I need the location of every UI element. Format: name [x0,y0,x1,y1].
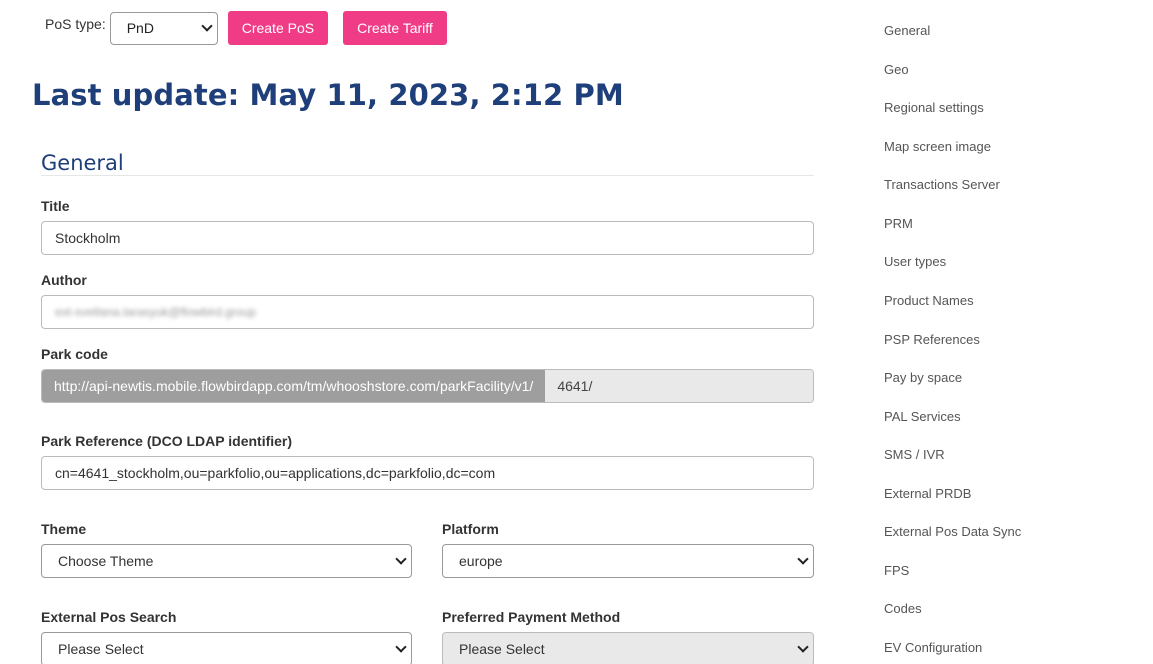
chevron-down-icon [201,20,213,32]
nav-item-pal-services[interactable]: PAL Services [884,409,961,424]
park-reference-value: cn=4641_stockholm,ou=parkfolio,ou=applic… [55,465,496,481]
nav-item-external-pos-data-sync[interactable]: External Pos Data Sync [884,524,1021,539]
external-pos-search-value: Please Select [58,641,144,657]
chevron-down-icon [395,553,407,565]
nav-item-general[interactable]: General [884,23,930,38]
chevron-down-icon [797,641,809,653]
chevron-down-icon [797,553,809,565]
preferred-payment-value: Please Select [459,641,545,657]
chevron-down-icon [395,641,407,653]
author-label: Author [41,272,87,288]
nav-item-product-names[interactable]: Product Names [884,293,974,308]
title-label: Title [41,198,70,214]
platform-select[interactable]: europe [442,544,814,578]
nav-item-external-prdb[interactable]: External PRDB [884,486,971,501]
nav-item-transactions-server[interactable]: Transactions Server [884,177,1000,192]
pos-type-select[interactable]: PnD [109,11,218,45]
park-code-group: http://api-newtis.mobile.flowbirdapp.com… [41,369,814,403]
park-code-prefix: http://api-newtis.mobile.flowbirdapp.com… [42,370,546,402]
pos-toolbar: PoS type: PnD Create PoS Create Tariff [45,11,447,45]
author-value: ext-svetlana.tarasyuk@flowbird.group [55,305,256,319]
platform-value: europe [459,553,503,569]
park-code-input[interactable]: 4641/ [545,370,813,402]
nav-item-geo[interactable]: Geo [884,62,909,77]
nav-item-fps[interactable]: FPS [884,563,909,578]
nav-item-pay-by-space[interactable]: Pay by space [884,370,962,385]
author-input[interactable]: ext-svetlana.tarasyuk@flowbird.group [41,295,814,329]
section-divider [41,175,814,176]
title-input[interactable]: Stockholm [41,221,814,255]
title-value: Stockholm [55,230,121,246]
nav-item-psp-references[interactable]: PSP References [884,332,980,347]
platform-label: Platform [442,521,499,537]
preferred-payment-label: Preferred Payment Method [442,609,621,625]
pos-type-label: PoS type: [45,16,106,32]
theme-select[interactable]: Choose Theme [41,544,412,578]
park-code-label: Park code [41,346,108,362]
create-pos-button[interactable]: Create PoS [227,11,329,45]
nav-item-map-screen-image[interactable]: Map screen image [884,139,991,154]
create-tariff-button[interactable]: Create Tariff [343,11,447,45]
nav-item-codes[interactable]: Codes [884,601,922,616]
theme-value: Choose Theme [58,553,154,569]
nav-item-user-types[interactable]: User types [884,254,946,269]
park-reference-input[interactable]: cn=4641_stockholm,ou=parkfolio,ou=applic… [41,456,814,490]
last-update-heading: Last update: May 11, 2023, 2:12 PM [32,78,624,112]
nav-item-ev-configuration[interactable]: EV Configuration [884,640,982,655]
theme-label: Theme [41,521,87,537]
nav-item-sms-ivr[interactable]: SMS / IVR [884,447,945,462]
nav-item-regional-settings[interactable]: Regional settings [884,100,984,115]
external-pos-search-label: External Pos Search [41,609,177,625]
park-reference-label: Park Reference (DCO LDAP identifier) [41,433,293,449]
pos-type-value: PnD [126,20,154,36]
preferred-payment-select[interactable]: Please Select [442,632,814,664]
external-pos-search-select[interactable]: Please Select [41,632,412,664]
nav-item-prm[interactable]: PRM [884,216,913,231]
section-title-general: General [41,151,124,175]
